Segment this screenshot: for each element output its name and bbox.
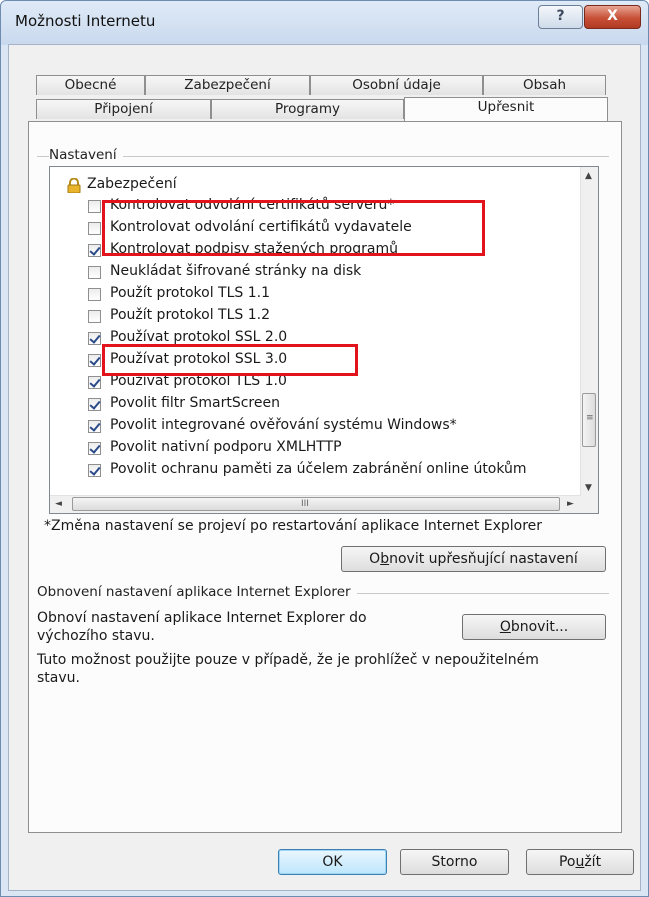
setting-label: Používat protokol SSL 2.0: [110, 329, 288, 345]
group-divider: [37, 156, 609, 157]
tab-programy[interactable]: Programy: [211, 99, 404, 119]
horizontal-scrollbar[interactable]: ◄ III ►: [50, 495, 581, 513]
help-button[interactable]: ?: [538, 5, 583, 29]
setting-label: Používat protokol TLS 1.0: [110, 373, 287, 389]
tab-label: Obecné: [64, 77, 117, 93]
scroll-corner: [581, 496, 598, 513]
checkbox-unchecked[interactable]: [88, 288, 101, 301]
button-label-accelerator: u: [575, 854, 585, 870]
checkbox-checked[interactable]: [88, 332, 101, 345]
tab-upresnit[interactable]: Upřesnit: [404, 97, 608, 121]
checkbox-unchecked[interactable]: [88, 310, 101, 323]
help-icon: ?: [556, 8, 565, 24]
tab-label: Obsah: [522, 77, 567, 93]
checkbox-checked[interactable]: [88, 376, 101, 389]
reset-description-line1: Obnoví nastavení aplikace Internet Explo…: [37, 610, 367, 626]
lock-icon: [67, 178, 81, 193]
horizontal-scroll-thumb[interactable]: III: [72, 497, 560, 511]
advanced-tab-panel: Nastavení Zabezpečení Kontrolovat odvolá…: [28, 121, 622, 833]
tab-label: Osobní údaje: [352, 77, 441, 93]
window-title: Možnosti Internetu: [15, 12, 156, 30]
reset-button[interactable]: Obnovit...: [462, 614, 606, 640]
tab-zabezpeceni[interactable]: Zabezpečení: [145, 75, 310, 95]
checkbox-checked[interactable]: [88, 244, 101, 257]
checkbox-checked[interactable]: [88, 354, 101, 367]
setting-label: Používat protokol SSL 3.0: [110, 351, 288, 367]
tab-pripojeni[interactable]: Připojení: [36, 99, 211, 119]
cancel-button[interactable]: Storno: [400, 849, 509, 875]
title-bar[interactable]: Možnosti Internetu ? X: [1, 1, 648, 45]
tab-label: Programy: [275, 101, 340, 117]
button-label-part: Po: [558, 854, 576, 870]
setting-label: Povolit ochranu paměti za účelem zabráně…: [110, 461, 527, 477]
tab-obecne[interactable]: Obecné: [36, 75, 145, 95]
reset-description-line2: výchozího stavu.: [37, 628, 155, 644]
scroll-down-icon[interactable]: ▼: [585, 483, 592, 493]
setting-label: Povolit nativní podporu XMLHTTP: [110, 439, 342, 455]
checkbox-unchecked[interactable]: [88, 222, 101, 235]
checkbox-checked[interactable]: [88, 398, 101, 411]
setting-label: Povolit filtr SmartScreen: [110, 395, 280, 411]
reset-group-label: Obnovení nastavení aplikace Internet Exp…: [37, 584, 357, 600]
grip-icon: III: [301, 499, 309, 509]
tab-osobni-udaje[interactable]: Osobní údaje: [310, 75, 483, 95]
close-button[interactable]: X: [584, 5, 641, 29]
vertical-scroll-thumb[interactable]: ≡: [582, 393, 596, 447]
checkbox-checked[interactable]: [88, 442, 101, 455]
setting-label: Kontrolovat odvolání certifikátů vydavat…: [110, 219, 412, 235]
tab-label: Zabezpečení: [184, 77, 271, 93]
apply-button[interactable]: Použít: [526, 849, 634, 875]
scroll-up-icon[interactable]: ▲: [585, 171, 592, 181]
button-label: OK: [322, 854, 343, 870]
checkbox-unchecked[interactable]: [88, 266, 101, 279]
settings-list[interactable]: Zabezpečení Kontrolovat odvolání certifi…: [49, 166, 599, 514]
category-label: Zabezpečení: [87, 176, 177, 192]
checkbox-unchecked[interactable]: [88, 200, 101, 213]
close-icon: X: [607, 8, 618, 24]
setting-label: Neukládat šifrované stránky na disk: [110, 263, 362, 279]
button-label-accelerator: O: [499, 619, 511, 635]
button-label-part: O: [369, 551, 381, 567]
setting-label: Kontrolovat odvolání certifikátů serveru…: [110, 197, 395, 213]
vertical-scrollbar[interactable]: ▲ ≡ ▼: [580, 167, 598, 496]
button-label-part: bnovit...: [510, 619, 569, 635]
tab-label: Upřesnit: [477, 99, 535, 115]
settings-group-label: Nastavení: [49, 147, 123, 163]
reset-warning-line2: stavu.: [37, 670, 80, 686]
restart-note: *Změna nastavení se projeví po restartov…: [44, 518, 543, 534]
setting-label: Kontrolovat podpisy stažených programů: [110, 241, 398, 257]
ok-button[interactable]: OK: [278, 849, 387, 875]
checkbox-checked[interactable]: [88, 464, 101, 477]
scroll-right-icon[interactable]: ►: [567, 499, 574, 509]
setting-label: Povolit integrované ověřování systému Wi…: [110, 417, 457, 433]
checkbox-checked[interactable]: [88, 420, 101, 433]
button-label: Storno: [431, 854, 478, 870]
tab-obsah[interactable]: Obsah: [483, 75, 606, 95]
scroll-left-icon[interactable]: ◄: [55, 499, 62, 509]
restore-advanced-settings-button[interactable]: Obnovit upřesňující nastavení: [341, 546, 606, 572]
button-label-part: novit upřesňující nastavení: [389, 551, 578, 567]
reset-warning-line1: Tuto možnost použijte pouze v případě, ž…: [37, 652, 539, 668]
grip-icon: ≡: [586, 413, 594, 423]
button-label-part: žít: [584, 854, 602, 870]
setting-label: Použít protokol TLS 1.1: [110, 285, 270, 301]
setting-label: Použít protokol TLS 1.2: [110, 307, 270, 323]
tab-label: Připojení: [94, 101, 153, 117]
button-label-accelerator: b: [380, 551, 390, 567]
dialog-client-area: Obecné Zabezpečení Osobní údaje Obsah Př…: [8, 44, 641, 891]
